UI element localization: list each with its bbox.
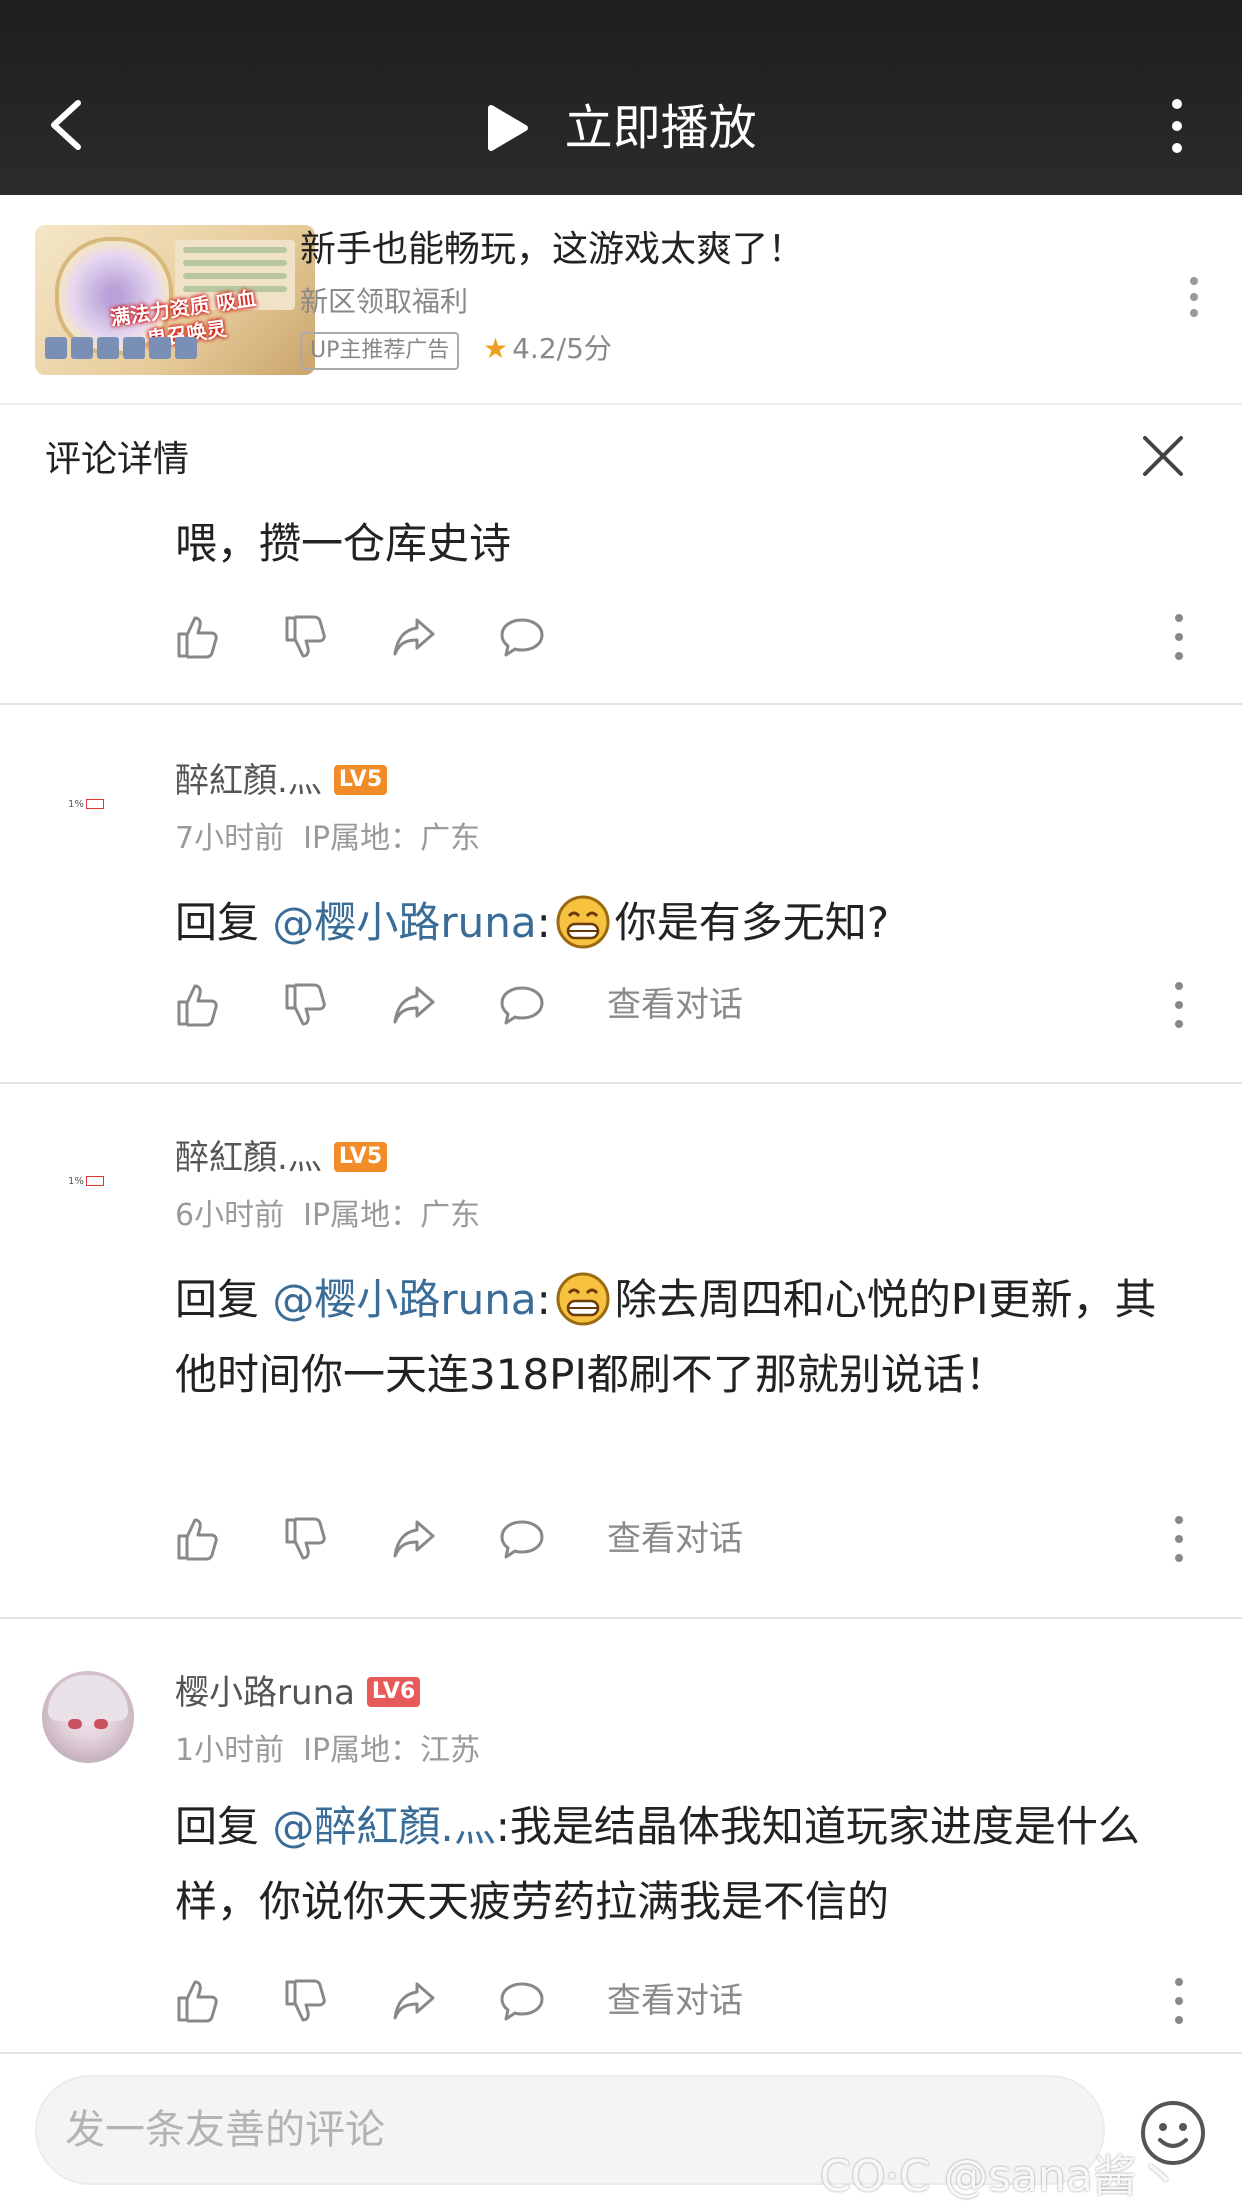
level-badge: LV6 bbox=[366, 1676, 421, 1707]
mention-link[interactable]: @醉紅顏.灬 bbox=[272, 1802, 495, 1851]
like-icon[interactable] bbox=[175, 982, 221, 1028]
comment-time: 1小时前 bbox=[175, 1733, 285, 1768]
mention-colon: : bbox=[536, 1275, 551, 1324]
comment-text: 你是有多无知? bbox=[614, 898, 890, 947]
comment-action-bar: 查看对话 bbox=[175, 1510, 1185, 1570]
divider bbox=[0, 703, 1242, 705]
comment-action-bar: 查看对话 bbox=[175, 976, 1185, 1036]
avatar[interactable] bbox=[42, 1671, 134, 1763]
comment-ip: IP属地：广东 bbox=[303, 821, 481, 856]
dislike-icon[interactable] bbox=[283, 982, 329, 1028]
close-icon[interactable] bbox=[1139, 432, 1187, 480]
play-icon bbox=[488, 105, 529, 151]
dislike-icon[interactable] bbox=[283, 614, 329, 660]
comment-meta: 1小时前 IP属地：江苏 bbox=[175, 1725, 480, 1769]
like-icon[interactable] bbox=[175, 1516, 221, 1562]
view-conversation-link[interactable]: 查看对话 bbox=[607, 1516, 743, 1562]
comment-ip: IP属地：江苏 bbox=[303, 1733, 481, 1768]
reply-prefix: 回复 bbox=[175, 1275, 260, 1324]
comment-time: 6小时前 bbox=[175, 1198, 285, 1233]
share-icon[interactable] bbox=[391, 982, 437, 1028]
comment-body: 回复 @樱小路runa: 除去周四和心悦的PI更新，其他时间你一天连318PI都刷… bbox=[175, 1262, 1185, 1412]
share-icon[interactable] bbox=[391, 614, 437, 660]
view-conversation-link[interactable]: 查看对话 bbox=[607, 982, 743, 1028]
watermark: CO·C @sana酱丶 bbox=[820, 2151, 1181, 2202]
like-icon[interactable] bbox=[175, 614, 221, 660]
reply-prefix: 回复 bbox=[175, 1802, 260, 1851]
username-text[interactable]: 樱小路runa bbox=[175, 1673, 355, 1713]
username-text[interactable]: 醉紅顏.灬 bbox=[175, 1138, 322, 1178]
divider bbox=[0, 403, 1242, 405]
comment-username[interactable]: 醉紅顏.灬 LV5 bbox=[175, 753, 388, 802]
dislike-icon[interactable] bbox=[283, 1516, 329, 1562]
comment-more-icon[interactable] bbox=[1173, 612, 1185, 662]
avatar[interactable]: 1% bbox=[68, 795, 108, 815]
reply-icon[interactable] bbox=[499, 1978, 545, 2024]
level-badge: LV5 bbox=[333, 764, 388, 795]
ad-subtitle: 新区领取福利 bbox=[300, 285, 469, 318]
comment-body: 回复 @樱小路runa: 你是有多无知? bbox=[175, 885, 1185, 960]
like-icon[interactable] bbox=[175, 1978, 221, 2024]
mention-link[interactable]: @樱小路runa bbox=[272, 1275, 536, 1324]
level-badge: LV5 bbox=[333, 1141, 388, 1172]
reply-icon[interactable] bbox=[499, 614, 545, 660]
video-top-bar: 立即播放 bbox=[0, 0, 1242, 195]
ad-more-icon[interactable] bbox=[1186, 275, 1202, 319]
ad-rating-value: 4.2/5分 bbox=[512, 332, 612, 365]
ad-thumbnail[interactable]: 满法力资质 吸血鬼召唤灵 bbox=[35, 225, 315, 375]
ad-thumb-slots bbox=[45, 337, 305, 365]
mention-link[interactable]: @樱小路runa bbox=[272, 898, 536, 947]
ad-banner[interactable]: 满法力资质 吸血鬼召唤灵 新手也能畅玩，这游戏太爽了！ 新区领取福利 UP主推荐… bbox=[0, 195, 1242, 405]
avatar[interactable]: 1% bbox=[68, 1172, 108, 1192]
share-icon[interactable] bbox=[391, 1516, 437, 1562]
star-icon: ★ bbox=[483, 332, 509, 365]
ad-tag: UP主推荐广告 bbox=[300, 332, 460, 370]
comment-username[interactable]: 樱小路runa LV6 bbox=[175, 1665, 421, 1714]
reply-icon[interactable] bbox=[499, 982, 545, 1028]
comment-more-icon[interactable] bbox=[1173, 1514, 1185, 1564]
grin-emoji-icon bbox=[556, 1272, 610, 1325]
comment-body: 回复 @醉紅顏.灬:我是结晶体我知道玩家进度是什么样，你说你天天疲劳药拉满我是不… bbox=[175, 1789, 1185, 1939]
comment-more-icon[interactable] bbox=[1173, 980, 1185, 1030]
share-icon[interactable] bbox=[391, 1978, 437, 2024]
grin-emoji-icon bbox=[556, 895, 610, 948]
ad-rating: ★ 4.2/5分 bbox=[483, 332, 612, 366]
divider bbox=[0, 2052, 1242, 2054]
divider bbox=[0, 1082, 1242, 1084]
username-text[interactable]: 醉紅顏.灬 bbox=[175, 761, 322, 801]
play-now-button[interactable]: 立即播放 bbox=[0, 95, 1242, 158]
root-action-bar bbox=[175, 608, 1185, 668]
mention-colon: : bbox=[536, 898, 551, 947]
comment-username[interactable]: 醉紅顏.灬 LV5 bbox=[175, 1130, 388, 1179]
comment-meta: 6小时前 IP属地：广东 bbox=[175, 1190, 480, 1234]
comment-meta: 7小时前 IP属地：广东 bbox=[175, 813, 480, 857]
play-now-label: 立即播放 bbox=[564, 100, 757, 156]
comment-time: 7小时前 bbox=[175, 821, 285, 856]
ad-title[interactable]: 新手也能畅玩，这游戏太爽了！ bbox=[300, 220, 804, 272]
comment-ip: IP属地：广东 bbox=[303, 1198, 481, 1233]
comment-action-bar: 查看对话 bbox=[175, 1972, 1185, 2032]
divider bbox=[0, 1617, 1242, 1619]
dislike-icon[interactable] bbox=[283, 1978, 329, 2024]
mention-colon: : bbox=[495, 1802, 510, 1851]
root-comment-text: 喂，攒一仓库史诗 bbox=[175, 519, 512, 568]
view-conversation-link[interactable]: 查看对话 bbox=[607, 1978, 743, 2024]
comment-detail-title: 评论详情 bbox=[45, 439, 190, 480]
reply-icon[interactable] bbox=[499, 1516, 545, 1562]
reply-prefix: 回复 bbox=[175, 898, 260, 947]
comment-more-icon[interactable] bbox=[1173, 1976, 1185, 2026]
more-icon[interactable] bbox=[1162, 96, 1192, 156]
